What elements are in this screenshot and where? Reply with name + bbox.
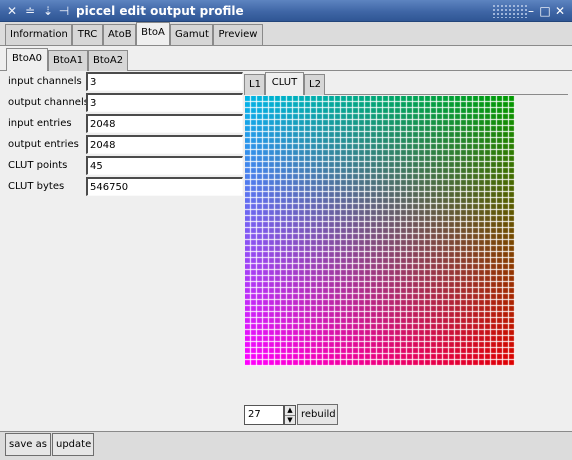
spin-down-icon[interactable]: ▼ — [285, 415, 295, 424]
shade-icon[interactable]: ⊣ — [56, 3, 72, 19]
clut-points-label: CLUT points — [8, 160, 68, 171]
tab-clut[interactable]: CLUT — [265, 72, 304, 95]
title-bar[interactable]: ✕ ≐ ⇣ ⊣ piccel edit output profile – □ ✕ — [0, 0, 572, 22]
tab-preview[interactable]: Preview — [213, 24, 263, 45]
tab-gamut[interactable]: Gamut — [170, 24, 213, 45]
output-entries-label: output entries — [8, 139, 79, 150]
tab-btoa2[interactable]: BtoA2 — [88, 50, 128, 71]
minimize-icon[interactable]: – — [524, 3, 538, 19]
tab-l1[interactable]: L1 — [244, 74, 265, 95]
rebuild-button[interactable]: rebuild — [297, 404, 338, 425]
slice-spinner-buttons[interactable]: ▲ ▼ — [284, 405, 296, 425]
output-channels-field[interactable]: 3 — [86, 93, 243, 112]
clut-grid-view[interactable] — [245, 96, 515, 366]
tab-l2[interactable]: L2 — [304, 74, 325, 95]
window-title: piccel edit output profile — [76, 4, 244, 18]
tab-information[interactable]: Information — [5, 24, 72, 45]
tab-btoa0[interactable]: BtoA0 — [6, 48, 48, 71]
pin-icon[interactable]: ⇣ — [40, 3, 56, 19]
clut-points-field[interactable]: 45 — [86, 156, 243, 175]
tab-trc[interactable]: TRC — [72, 24, 103, 45]
spin-up-icon[interactable]: ▲ — [285, 406, 295, 415]
clut-bytes-field[interactable]: 546750 — [86, 177, 243, 196]
tab-btoa1[interactable]: BtoA1 — [48, 50, 88, 71]
output-channels-label: output channels — [8, 97, 89, 108]
maximize-icon[interactable]: □ — [538, 3, 552, 19]
tab-btoa[interactable]: BtoA — [136, 22, 170, 45]
close-x-icon[interactable]: ✕ — [4, 3, 20, 19]
input-entries-label: input entries — [8, 118, 72, 129]
drag-grip[interactable] — [492, 4, 528, 18]
minimize-small-icon[interactable]: ≐ — [22, 3, 38, 19]
close-icon[interactable]: ✕ — [553, 3, 567, 19]
save-as-button[interactable]: save as — [5, 433, 51, 456]
slice-spinner-input[interactable]: 27 — [244, 405, 284, 425]
input-channels-field[interactable]: 3 — [86, 72, 243, 91]
clut-bytes-label: CLUT bytes — [8, 181, 65, 192]
input-channels-label: input channels — [8, 76, 82, 87]
input-entries-field[interactable]: 2048 — [86, 114, 243, 133]
output-entries-field[interactable]: 2048 — [86, 135, 243, 154]
update-button[interactable]: update — [52, 433, 94, 456]
tab-atob[interactable]: AtoB — [103, 24, 136, 45]
